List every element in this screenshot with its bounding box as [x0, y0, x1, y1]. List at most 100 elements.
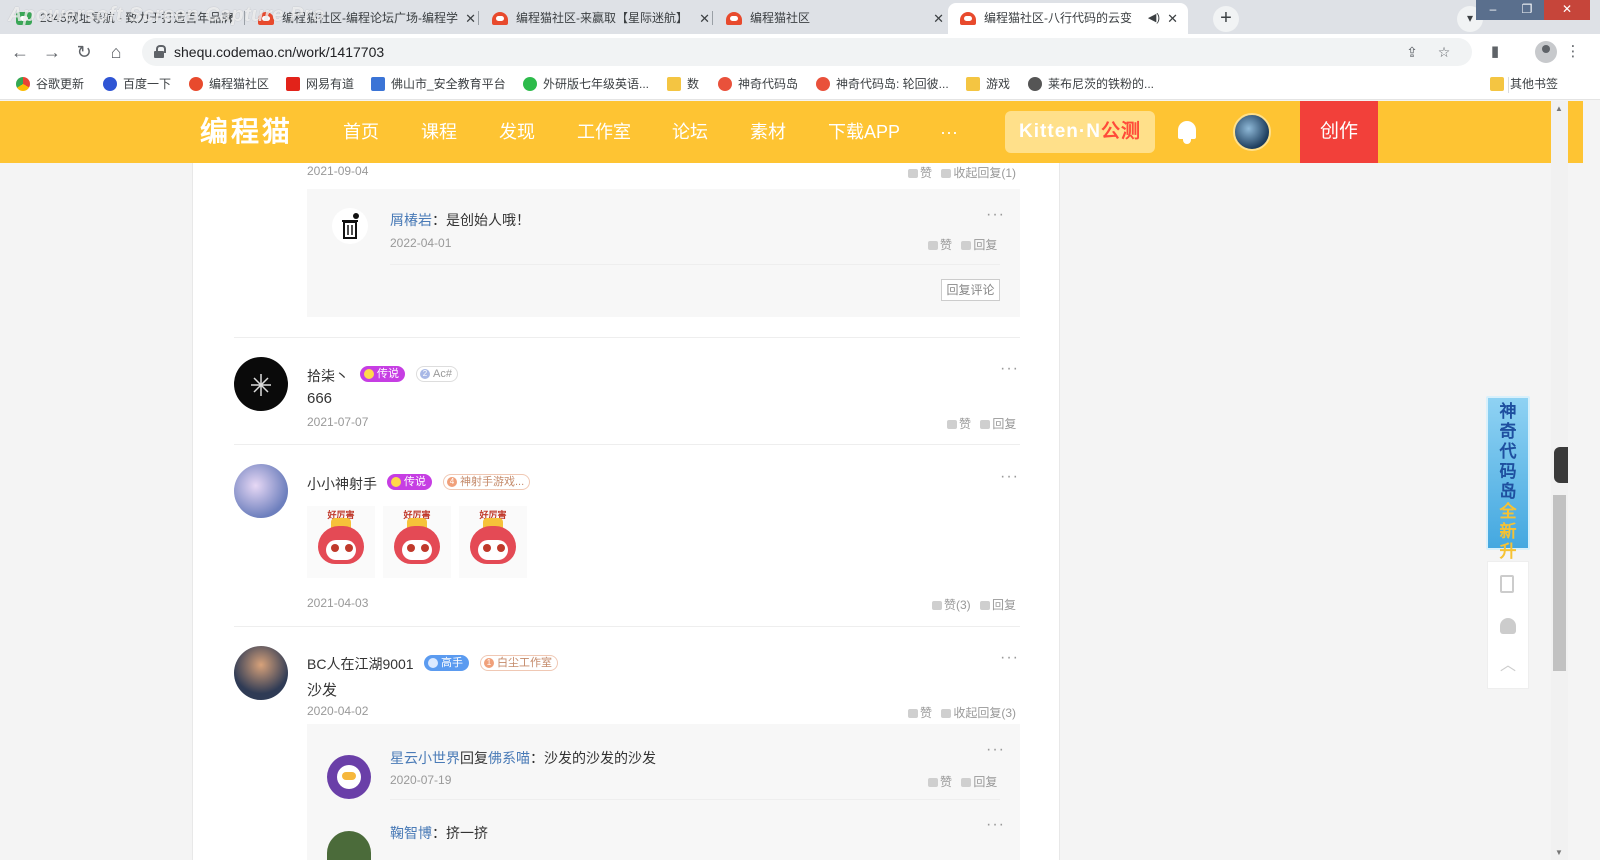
more-options-icon[interactable]: ···	[1000, 360, 1019, 378]
nav-studio[interactable]: 工作室	[577, 101, 631, 163]
browser-tab-3[interactable]: 编程猫社区 ✕	[714, 3, 954, 34]
bookmark-folder[interactable]: 数	[665, 70, 699, 98]
nav-discover[interactable]: 发现	[499, 101, 535, 163]
folder-icon	[1490, 77, 1504, 91]
back-arrow-icon[interactable]: ←	[8, 40, 32, 64]
like-button[interactable]: 赞	[902, 166, 932, 180]
like-button[interactable]: 赞(3)	[926, 598, 971, 612]
like-button[interactable]: 赞	[941, 417, 971, 431]
share-icon[interactable]: ⇪	[1402, 42, 1422, 62]
back-to-top-chevron-icon[interactable]: ︿	[1500, 658, 1516, 674]
bookmark-item[interactable]: 莱布尼茨的铁粉的...	[1026, 70, 1154, 98]
url-text[interactable]: shequ.codemao.cn/work/1417703	[174, 38, 384, 66]
sticker-eye	[497, 544, 505, 552]
reply-button[interactable]: 回复	[955, 238, 997, 252]
bookmark-item[interactable]: 神奇代码岛: 轮回彼...	[814, 70, 949, 98]
commenter-avatar[interactable]	[234, 357, 288, 411]
bookmark-item[interactable]: 佛山市_安全教育平台	[369, 70, 506, 98]
reply-comment-button[interactable]: 回复评论	[941, 279, 1000, 301]
scrollbar-thumb[interactable]	[1553, 495, 1566, 671]
reply-target-username[interactable]: 佛系喵	[488, 750, 530, 766]
maximize-button[interactable]: ❐	[1510, 0, 1544, 20]
minimize-button[interactable]: –	[1476, 0, 1510, 20]
menu-kebab-icon[interactable]: ⋮	[1562, 41, 1584, 63]
like-button[interactable]: 赞	[922, 775, 952, 789]
notification-bell-icon[interactable]	[1176, 119, 1198, 145]
more-options-icon[interactable]: ···	[1000, 649, 1019, 667]
bookmark-star-icon[interactable]: ☆	[1434, 42, 1454, 62]
profile-avatar-icon[interactable]	[1535, 41, 1557, 63]
reply-button[interactable]: 回复	[974, 598, 1016, 612]
bookmark-item[interactable]: 网易有道	[284, 70, 354, 98]
nav-download-app[interactable]: 下载APP	[828, 101, 900, 163]
sticker-eye	[407, 544, 415, 552]
create-button[interactable]: 创作	[1300, 101, 1378, 163]
like-button[interactable]: 赞	[922, 238, 952, 252]
screen-capture-watermark: Apowersoft Screen Capture Pro	[8, 4, 325, 26]
new-tab-button[interactable]: +	[1213, 6, 1239, 32]
thumbs-up-icon	[908, 169, 918, 178]
browser-tab-2[interactable]: 编程猫社区-来赢取【星际迷航】 ✕	[480, 3, 720, 34]
reload-icon[interactable]: ↻	[72, 40, 96, 64]
reply-button[interactable]: 回复	[955, 775, 997, 789]
reply-avatar[interactable]	[332, 208, 368, 244]
tab-close-icon[interactable]: ✕	[1167, 3, 1178, 34]
reply-username[interactable]: 鞠智博	[390, 825, 432, 841]
bookmark-item[interactable]: 谷歌更新	[14, 70, 84, 98]
bookmark-item[interactable]: 神奇代码岛	[716, 70, 798, 98]
commenter-avatar[interactable]	[234, 646, 288, 700]
address-bar[interactable]: shequ.codemao.cn/work/1417703 ⇪ ☆	[142, 38, 1472, 66]
scroll-up-arrow-icon[interactable]: ▲	[1555, 104, 1563, 113]
browser-tab-4-active[interactable]: 编程猫社区-八行代码的云变 ◀) ✕	[948, 3, 1188, 34]
lock-icon[interactable]	[154, 45, 166, 58]
side-panel-icon[interactable]: ▮	[1484, 41, 1506, 63]
user-avatar[interactable]	[1233, 113, 1271, 151]
like-button[interactable]: 赞	[902, 706, 932, 720]
nav-forum[interactable]: 论坛	[672, 101, 708, 163]
tab-close-icon[interactable]: ✕	[465, 3, 476, 34]
close-window-button[interactable]: ✕	[1544, 0, 1590, 20]
audio-playing-icon[interactable]: ◀)	[1148, 3, 1160, 34]
reply-avatar[interactable]	[327, 755, 371, 799]
collapse-replies-button[interactable]: 收起回复(1)	[935, 166, 1016, 180]
bookmark-item[interactable]: 外研版七年级英语...	[521, 70, 649, 98]
commenter-name[interactable]: 拾柒丶	[307, 366, 349, 386]
site-logo[interactable]: 编程猫	[200, 114, 293, 150]
more-options-icon[interactable]: ···	[986, 816, 1005, 834]
bookmark-item[interactable]: 编程猫社区	[187, 70, 269, 98]
nav-materials[interactable]: 素材	[750, 101, 786, 163]
nav-more-icon[interactable]: ···	[940, 101, 958, 163]
more-options-icon[interactable]: ···	[1000, 468, 1019, 486]
scroll-down-arrow-icon[interactable]: ▼	[1555, 848, 1563, 857]
reply-button[interactable]: 回复	[974, 417, 1016, 431]
code-island-icon	[816, 77, 830, 91]
bookmark-item[interactable]: 百度一下	[101, 70, 171, 98]
kitten-n-banner[interactable]: Kitten·N公测	[1005, 111, 1155, 153]
reply-username[interactable]: 屑椿岩	[390, 212, 432, 228]
qq-penguin-icon[interactable]	[1500, 618, 1516, 634]
reply-username[interactable]: 星云小世界	[390, 750, 460, 766]
commenter-name[interactable]: 小小神射手	[307, 474, 377, 494]
sticker-image[interactable]: 好厉害	[383, 506, 451, 578]
sticker-image[interactable]: 好厉害	[459, 506, 527, 578]
more-options-icon[interactable]: ···	[986, 741, 1005, 759]
collapse-replies-button[interactable]: 收起回复(3)	[935, 706, 1016, 720]
nav-courses[interactable]: 课程	[421, 101, 457, 163]
sticker-image[interactable]: 好厉害	[307, 506, 375, 578]
side-dock-handle[interactable]	[1554, 447, 1568, 483]
commenter-name[interactable]: BC人在江湖9001	[307, 654, 414, 674]
promo-text[interactable]: 神奇代码岛全新升级	[1495, 402, 1521, 582]
level-badge[interactable]: 4 神射手游戏...	[443, 474, 531, 490]
level-badge[interactable]: 2 Ac#	[416, 366, 458, 382]
other-bookmarks-folder[interactable]: 其他书签	[1488, 70, 1558, 98]
nav-home[interactable]: 首页	[343, 101, 379, 163]
home-icon[interactable]: ⌂	[104, 40, 128, 64]
commenter-avatar[interactable]	[234, 464, 288, 518]
forward-arrow-icon[interactable]: →	[40, 40, 64, 64]
more-options-icon[interactable]: ···	[986, 206, 1005, 224]
tab-close-icon[interactable]: ✕	[933, 3, 944, 34]
tab-close-icon[interactable]: ✕	[699, 3, 710, 34]
bookmark-folder[interactable]: 游戏	[964, 70, 1010, 98]
tablet-icon[interactable]	[1500, 575, 1514, 593]
studio-badge[interactable]: 1 白尘工作室	[480, 655, 558, 671]
